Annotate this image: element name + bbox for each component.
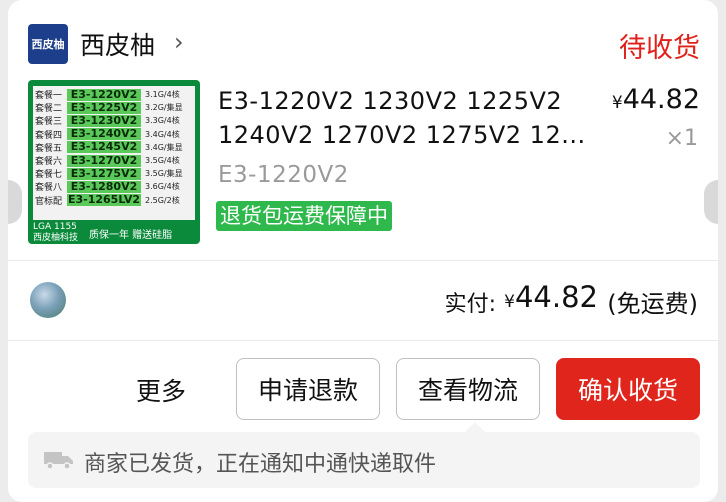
next-card-hint [704, 180, 718, 224]
thumbnail-row: 套餐七 E3-1275V2 3.5G/集显 [35, 167, 193, 180]
thumb-package: 套餐六 [35, 157, 63, 168]
thumb-spec: 3.2G/集显 [145, 103, 183, 113]
thumb-spec: 3.5G/4核 [145, 156, 180, 166]
currency-symbol: ¥ [504, 292, 515, 312]
thumb-model: E3-1275V2 [67, 167, 141, 180]
thumbnail-row: 套餐六 E3-1270V2 3.5G/4核 [35, 154, 193, 167]
unit-price: ¥44.82 [612, 84, 700, 115]
product-title[interactable]: E3-1220V2 1230V2 1225V2 1240V2 1270V2 12… [218, 84, 602, 152]
thumb-brand: 西皮柚科技 [33, 233, 79, 243]
product-title-line: E3-1220V2 1230V2 1225V2 [218, 87, 563, 115]
thumb-model: E3-1220V2 [67, 88, 141, 101]
thumb-package: 套餐七 [35, 170, 63, 181]
product-sku: E3-1220V2 [218, 162, 349, 188]
thumb-model: E3-1240V2 [67, 128, 141, 141]
thumb-spec: 3.4G/集显 [145, 142, 183, 152]
thumb-package: 套餐一 [35, 91, 63, 102]
quantity: ×1 [665, 126, 698, 151]
shop-header[interactable]: 西皮柚 西皮柚 › 待收货 [8, 0, 718, 84]
thumbnail-row: 官标配 E3-1265LV2 2.5G/2核 [35, 194, 193, 207]
divider [8, 260, 718, 261]
thumb-spec: 3.6G/4核 [145, 182, 180, 192]
thumbnail-row: 套餐二 E3-1225V2 3.2G/集显 [35, 101, 193, 114]
product-title-line: 1240V2 1270V2 1275V2 12... [218, 121, 586, 149]
thumbnail-row: 套餐八 E3-1280V2 3.6G/4核 [35, 180, 193, 193]
thumb-spec: 3.1G/4核 [145, 90, 180, 100]
thumb-warranty: 质保一年 赠送硅脂 [89, 229, 173, 241]
thumbnail-row: 套餐四 E3-1240V2 3.4G/4核 [35, 128, 193, 141]
thumbnail-row: 套餐五 E3-1245V2 3.4G/集显 [35, 141, 193, 154]
thumb-package: 套餐五 [35, 143, 63, 154]
thumb-model: E3-1245V2 [67, 141, 141, 154]
view-logistics-button[interactable]: 查看物流 [396, 358, 540, 420]
thumb-package: 套餐三 [35, 117, 63, 128]
thumbnail-footer: LGA 1155 西皮柚科技 质保一年 赠送硅脂 [33, 220, 195, 244]
thumbnail-row: 套餐一 E3-1220V2 3.1G/4核 [35, 88, 193, 101]
order-status: 待收货 [619, 33, 700, 64]
more-button[interactable]: 更多 [136, 372, 186, 408]
thumb-package: 套餐四 [35, 130, 63, 141]
truck-icon [44, 452, 73, 470]
thumbnail-spec-table: 套餐一 E3-1220V2 3.1G/4核 套餐二 E3-1225V2 3.2G/集显 … [33, 86, 195, 220]
thumb-socket: LGA 1155 [33, 222, 77, 232]
thumb-model: E3-1270V2 [67, 154, 141, 167]
order-card: 西皮柚 西皮柚 › 待收货 套餐一 E3-1220V2 3.1G/4核 套餐二 E3-… [8, 0, 718, 502]
thumb-spec: 2.5G/2核 [145, 195, 180, 205]
paid-label: 实付: [444, 292, 496, 317]
paid-amount: ¥44.82 [504, 280, 598, 314]
thumb-model: E3-1280V2 [67, 180, 141, 193]
confirm-receipt-button[interactable]: 确认收货 [556, 358, 700, 420]
product-thumbnail[interactable]: 套餐一 E3-1220V2 3.1G/4核 套餐二 E3-1225V2 3.2G/集显 … [28, 80, 200, 244]
thumb-package: 套餐八 [35, 183, 63, 194]
thumb-spec: 3.5G/集显 [145, 169, 183, 179]
logistics-notice[interactable]: 商家已发货，正在通知中通快递取件 [28, 422, 700, 488]
thumb-model: E3-1230V2 [67, 114, 141, 127]
return-shipping-guarantee-badge: 退货包运费保障中 [216, 201, 392, 231]
thumb-package: 官标配 [35, 196, 63, 207]
paid-amount-value: 44.82 [514, 280, 598, 314]
currency-symbol: ¥ [611, 93, 623, 113]
thumb-package: 套餐二 [35, 104, 63, 115]
thumb-socket-label: LGA 1155 西皮柚科技 [33, 222, 89, 244]
divider [8, 340, 718, 341]
thumbnail-row: 套餐三 E3-1230V2 3.3G/4核 [35, 114, 193, 127]
shop-name[interactable]: 西皮柚 [80, 26, 155, 62]
free-shipping-note: (免运费) [607, 290, 698, 318]
chevron-right-icon[interactable]: › [174, 28, 184, 56]
thumb-spec: 3.4G/4核 [145, 129, 180, 139]
prev-card-hint [8, 180, 22, 224]
unit-price-value: 44.82 [622, 84, 700, 115]
request-refund-button[interactable]: 申请退款 [236, 358, 380, 420]
notice-caret [465, 422, 485, 442]
notice-text: 商家已发货，正在通知中通快递取件 [84, 452, 437, 477]
avatar[interactable] [30, 282, 66, 318]
thumb-spec: 3.3G/4核 [145, 116, 180, 126]
thumb-model: E3-1225V2 [67, 101, 141, 114]
thumb-model: E3-1265LV2 [67, 193, 141, 207]
shop-logo: 西皮柚 [28, 24, 68, 64]
